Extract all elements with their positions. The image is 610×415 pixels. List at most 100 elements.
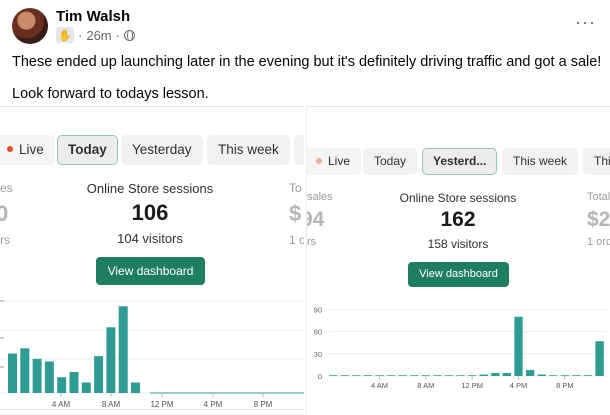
avatar[interactable]	[12, 8, 48, 44]
bar	[57, 377, 67, 393]
tab-label: Live	[328, 154, 351, 168]
side-metric-title: sales	[307, 191, 333, 203]
group-badge-icon: ✋	[56, 27, 74, 43]
post-meta: ✋ · 26m ·	[56, 27, 135, 43]
bar	[32, 358, 42, 393]
tab-this-month[interactable]: This	[583, 148, 610, 175]
y-tick-label: 0	[318, 372, 322, 381]
post-text-line: These ended up launching later in the ev…	[12, 54, 602, 70]
x-tick-label: 4 AM	[371, 381, 388, 390]
bar	[329, 375, 338, 376]
bar	[525, 370, 535, 376]
bar	[69, 371, 79, 393]
bar	[560, 375, 570, 376]
analytics-screenshot-left[interactable]: Live Today Yesterday This week es 0 rs O…	[0, 106, 304, 415]
x-tick-label: 8 AM	[102, 400, 121, 409]
tab-yesterday[interactable]: Yesterday	[121, 135, 203, 165]
bar	[44, 361, 54, 393]
author-name[interactable]: Tim Walsh	[56, 8, 130, 25]
post-header: Tim Walsh ✋ · 26m · ···	[12, 8, 602, 48]
stat-sub: 104 visitors	[117, 231, 183, 246]
tab-label: Today	[374, 154, 407, 168]
bar	[572, 375, 581, 376]
bar	[363, 375, 373, 376]
view-dashboard-button[interactable]: View dashboard	[96, 257, 205, 285]
x-tick-label: 4 AM	[52, 400, 71, 409]
stat-title: Online Store sessions	[86, 181, 214, 196]
stat-sub: 158 visitors	[427, 237, 489, 251]
bar	[502, 373, 512, 376]
side-metric-title: Total	[587, 191, 610, 203]
post-time[interactable]: 26m	[86, 28, 111, 43]
bar	[479, 374, 488, 376]
tab-label: This	[594, 154, 610, 168]
tab-today[interactable]: Today	[57, 135, 118, 165]
bar	[468, 375, 477, 376]
y-tick-label: 60	[314, 328, 322, 337]
bar	[491, 373, 500, 376]
dot-separator: ·	[115, 27, 120, 43]
bar	[340, 375, 349, 376]
side-metric-title: es	[0, 181, 13, 195]
bar	[444, 375, 454, 376]
x-tick-label: 8 AM	[417, 381, 434, 390]
dot-separator: ·	[78, 27, 83, 43]
bar	[94, 356, 104, 393]
bar	[20, 348, 30, 393]
bar	[549, 375, 558, 376]
x-tick-label: 8 PM	[556, 381, 574, 390]
tab-live[interactable]: Live	[0, 135, 55, 165]
tab-label: This week	[513, 154, 568, 168]
live-dot-icon	[7, 146, 13, 153]
x-tick-label: 4 PM	[204, 400, 223, 409]
bar	[410, 375, 419, 376]
bar	[433, 375, 442, 376]
more-options-icon[interactable]: ···	[575, 12, 596, 33]
tab-label: Live	[19, 142, 44, 157]
stat-title: Online Store sessions	[399, 191, 517, 205]
y-tick-label: 30	[314, 350, 322, 359]
tab-this-week[interactable]: This week	[502, 148, 579, 175]
globe-icon	[123, 29, 135, 41]
bar	[421, 375, 431, 376]
tab-overflow[interactable]	[294, 135, 304, 165]
bar	[352, 375, 361, 376]
bar	[583, 375, 593, 376]
bar	[131, 382, 140, 393]
bar	[537, 374, 546, 376]
side-metric-title: To	[289, 181, 302, 195]
sessions-bar-chart: 4 AM 8 AM 12 PM 4 PM 8 PM	[0, 300, 304, 409]
tab-today[interactable]: Today	[363, 148, 418, 175]
live-dot-icon	[316, 157, 322, 164]
side-metric-value: $	[289, 201, 302, 226]
y-tick-label: 90	[314, 305, 322, 314]
bar	[514, 316, 523, 376]
bar	[118, 306, 128, 393]
bar	[595, 341, 604, 376]
tab-this-week[interactable]: This week	[207, 135, 290, 165]
analytics-screenshot-right[interactable]: Live Today Yesterd... This week This sal…	[306, 106, 610, 415]
sessions-bar-chart: 90 60 30 0 4 AM 8 AM 12 PM 4 PM 8 PM	[314, 305, 607, 390]
bar	[8, 353, 17, 393]
side-metric-value: $2	[587, 208, 610, 231]
tab-label: Yesterday	[132, 142, 192, 157]
stat-value: 106	[131, 200, 169, 225]
bar	[81, 382, 91, 393]
side-metric-value: 94	[307, 208, 325, 231]
tab-yesterday[interactable]: Yesterd...	[422, 148, 498, 175]
tab-live[interactable]: Live	[307, 148, 362, 175]
post-text-line: Look forward to todays lesson.	[12, 86, 209, 102]
x-tick-label: 12 PM	[461, 381, 483, 390]
bar	[398, 375, 407, 376]
x-tick-label: 4 PM	[510, 381, 528, 390]
side-metric-sub: 1 ord	[587, 236, 610, 248]
side-metric-sub: 1 o	[289, 233, 304, 247]
bar	[456, 375, 465, 376]
x-tick-label: 12 PM	[150, 400, 173, 409]
bar	[375, 375, 384, 376]
tab-label: Yesterd...	[433, 154, 487, 168]
side-metric-value: 0	[0, 201, 8, 227]
x-tick-label: 8 PM	[254, 400, 273, 409]
view-dashboard-button[interactable]: View dashboard	[408, 262, 509, 287]
divider	[0, 409, 304, 410]
